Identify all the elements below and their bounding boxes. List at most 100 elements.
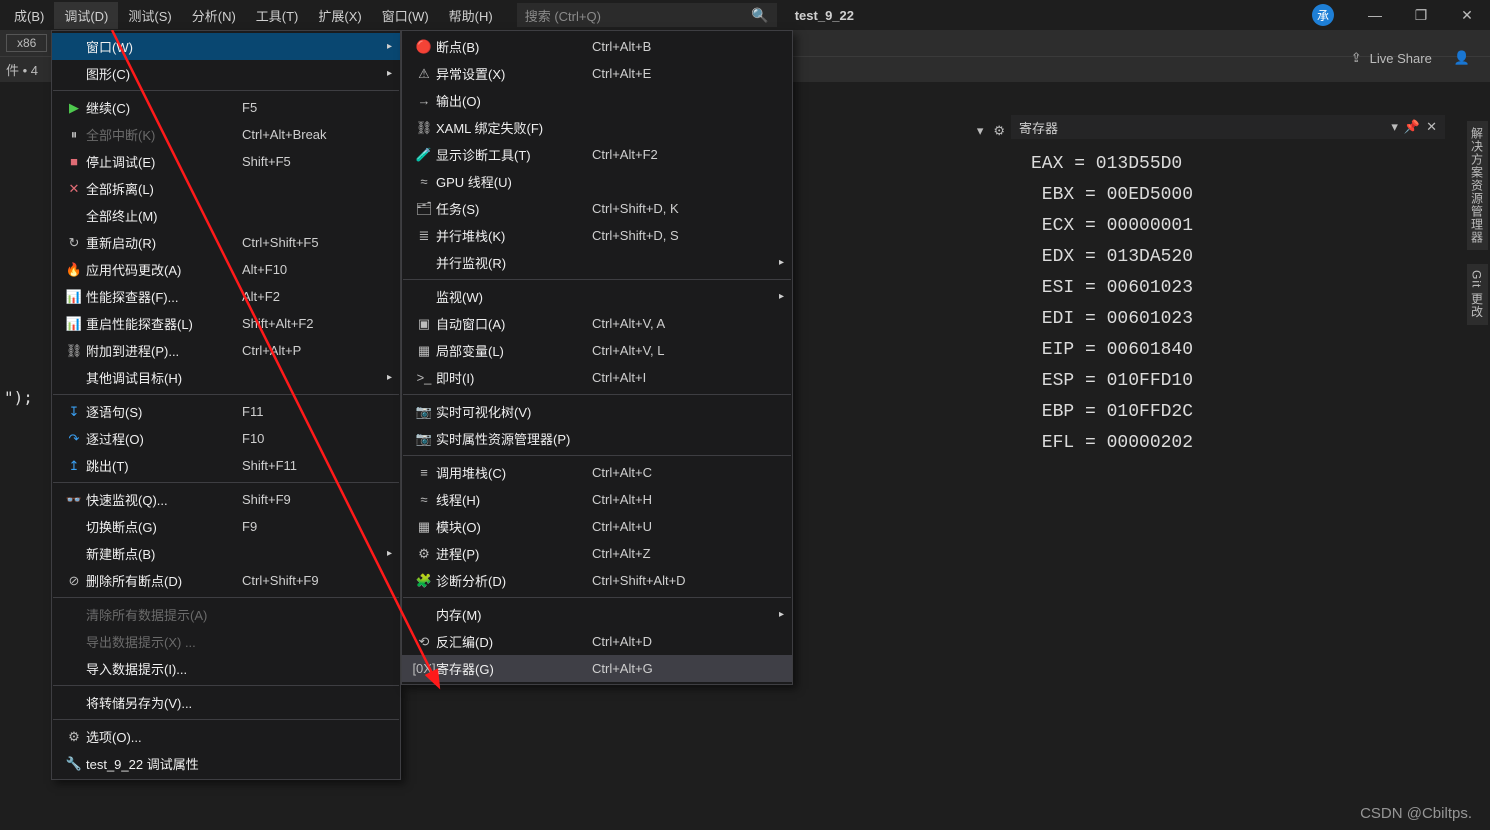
menu-item: 导出数据提示(X) ... xyxy=(52,628,400,655)
menu-item-label: 实时属性资源管理器(P) xyxy=(436,429,570,448)
search-icon[interactable]: 🔍 xyxy=(751,7,768,24)
menu-item[interactable]: ↧逐语句(S)F11 xyxy=(52,398,400,425)
separator xyxy=(403,394,791,395)
menu-item[interactable]: 窗口(W) xyxy=(52,33,400,60)
menu-item[interactable]: [0X]寄存器(G)Ctrl+Alt+G xyxy=(402,655,792,682)
menu-item[interactable]: ≣并行堆栈(K)Ctrl+Shift+D, S xyxy=(402,222,792,249)
[0X]-icon: [0X] xyxy=(412,661,436,676)
menu-item[interactable]: ⟲反汇编(D)Ctrl+Alt+D xyxy=(402,628,792,655)
menu-item-label: 显示诊断工具(T) xyxy=(436,145,556,164)
menu-item[interactable]: ↻重新启动(R)Ctrl+Shift+F5 xyxy=(52,229,400,256)
menu-item[interactable]: →输出(O) xyxy=(402,87,792,114)
menu-item[interactable]: 📊重启性能探查器(L)Shift+Alt+F2 xyxy=(52,310,400,337)
menu-item[interactable]: 📷实时属性资源管理器(P) xyxy=(402,425,792,452)
menu-item[interactable]: ≈GPU 线程(U) xyxy=(402,168,792,195)
menu-item[interactable]: 🧩诊断分析(D)Ctrl+Shift+Alt+D xyxy=(402,567,792,594)
↷-icon: ↷ xyxy=(62,431,86,447)
pin-icon[interactable]: 📌 xyxy=(1404,119,1420,135)
menu-item[interactable]: ▶继续(C)F5 xyxy=(52,94,400,121)
right-side-tabs: 解决方案资源管理器 Git 更改 xyxy=(1464,115,1490,325)
person-icon[interactable]: 👤 xyxy=(1454,50,1470,66)
menu-item[interactable]: ≈线程(H)Ctrl+Alt+H xyxy=(402,486,792,513)
menu-item[interactable]: 🔧test_9_22 调试属性 xyxy=(52,750,400,777)
menu-item[interactable]: ✕全部拆离(L) xyxy=(52,175,400,202)
menu-item[interactable]: 🔴断点(B)Ctrl+Alt+B xyxy=(402,33,792,60)
menu-item[interactable]: ▦模块(O)Ctrl+Alt+U xyxy=(402,513,792,540)
menu-工具(T)[interactable]: 工具(T) xyxy=(246,2,309,29)
menu-测试(S)[interactable]: 测试(S) xyxy=(118,2,181,29)
menu-item-label: 停止调试(E) xyxy=(86,152,206,171)
menu-item[interactable]: ⛓XAML 绑定失败(F) xyxy=(402,114,792,141)
gear-icon[interactable]: ⚙ xyxy=(993,123,1005,139)
menu-item[interactable]: 新建断点(B) xyxy=(52,540,400,567)
menu-item[interactable]: 并行监视(R) xyxy=(402,249,792,276)
menu-调试(D)[interactable]: 调试(D) xyxy=(54,2,118,29)
menu-item-label: 寄存器(G) xyxy=(436,659,556,678)
menu-item[interactable]: 🔥应用代码更改(A)Alt+F10 xyxy=(52,256,400,283)
menu-item[interactable]: ⚙选项(O)... xyxy=(52,723,400,750)
menu-item[interactable]: ⛓附加到进程(P)...Ctrl+Alt+P xyxy=(52,337,400,364)
menu-item[interactable]: 导入数据提示(I)... xyxy=(52,655,400,682)
menu-分析(N)[interactable]: 分析(N) xyxy=(182,2,246,29)
menu-item[interactable]: ⚠异常设置(X)Ctrl+Alt+E xyxy=(402,60,792,87)
menu-扩展(X)[interactable]: 扩展(X) xyxy=(308,2,371,29)
menu-item[interactable]: ▣自动窗口(A)Ctrl+Alt+V, A xyxy=(402,310,792,337)
registers-panel: 寄存器 ▾ 📌 ✕ EAX = 013D55D0 EBX = 00ED5000 … xyxy=(1010,115,1445,830)
menu-item[interactable]: ≡调用堆栈(C)Ctrl+Alt+C xyxy=(402,459,792,486)
menu-item-label: 窗口(W) xyxy=(86,37,206,56)
menu-item-shortcut: Ctrl+Alt+F2 xyxy=(592,147,658,162)
menu-item[interactable]: 📊性能探查器(F)...Alt+F2 xyxy=(52,283,400,310)
menu-item[interactable]: 图形(C) xyxy=(52,60,400,87)
close-button[interactable]: ✕ xyxy=(1444,0,1490,30)
menu-item[interactable]: ↷逐过程(O)F10 xyxy=(52,425,400,452)
menu-item-label: test_9_22 调试属性 xyxy=(86,754,206,773)
menu-item[interactable]: 🗂任务(S)Ctrl+Shift+D, K xyxy=(402,195,792,222)
menu-item-label: 逐过程(O) xyxy=(86,429,206,448)
maximize-button[interactable]: ❐ xyxy=(1398,0,1444,30)
arch-dropdown[interactable]: x86 xyxy=(6,34,47,52)
side-tab[interactable]: 解决方案资源管理器 xyxy=(1467,121,1488,250)
solution-name: test_9_22 xyxy=(795,8,854,23)
dropdown-icon[interactable]: ▾ xyxy=(1391,119,1398,135)
close-icon[interactable]: ✕ xyxy=(1426,119,1437,135)
dropdown-icon[interactable]: ▾ xyxy=(977,123,984,139)
menu-item[interactable]: 将转储另存为(V)... xyxy=(52,689,400,716)
menu-item-label: 切换断点(G) xyxy=(86,517,206,536)
menu-item: 清除所有数据提示(A) xyxy=(52,601,400,628)
menu-item[interactable]: ↥跳出(T)Shift+F11 xyxy=(52,452,400,479)
menu-item[interactable]: ▦局部变量(L)Ctrl+Alt+V, L xyxy=(402,337,792,364)
menu-item-shortcut: Ctrl+Shift+D, S xyxy=(592,228,679,243)
search-box[interactable]: 搜索 (Ctrl+Q) 🔍 xyxy=(517,3,777,27)
menu-item-label: 全部中断(K) xyxy=(86,125,206,144)
menu-item[interactable]: 内存(M) xyxy=(402,601,792,628)
menu-item-label: 局部变量(L) xyxy=(436,341,556,360)
menu-item[interactable]: 👓快速监视(Q)...Shift+F9 xyxy=(52,486,400,513)
avatar[interactable]: 承 xyxy=(1312,4,1334,26)
menu-item-shortcut: F9 xyxy=(242,519,257,534)
menu-item[interactable]: 切换断点(G) F9 xyxy=(52,513,400,540)
⚠-icon: ⚠ xyxy=(412,66,436,82)
menu-item[interactable]: ■停止调试(E)Shift+F5 xyxy=(52,148,400,175)
menu-item[interactable]: ⊘删除所有断点(D)Ctrl+Shift+F9 xyxy=(52,567,400,594)
🧩-icon: 🧩 xyxy=(412,573,436,589)
menu-item[interactable]: 全部终止(M) xyxy=(52,202,400,229)
menu-item[interactable]: 监视(W) xyxy=(402,283,792,310)
menu-帮助(H)[interactable]: 帮助(H) xyxy=(439,2,503,29)
menu-item-label: 线程(H) xyxy=(436,490,556,509)
menu-item[interactable]: 其他调试目标(H) xyxy=(52,364,400,391)
menu-item[interactable]: >_即时(I)Ctrl+Alt+I xyxy=(402,364,792,391)
separator xyxy=(403,455,791,456)
menu-item-shortcut: Ctrl+Alt+H xyxy=(592,492,652,507)
side-tab[interactable]: Git 更改 xyxy=(1467,264,1488,325)
menu-item[interactable]: ⚙进程(P)Ctrl+Alt+Z xyxy=(402,540,792,567)
🔥-icon: 🔥 xyxy=(62,262,86,278)
menu-成(B)[interactable]: 成(B) xyxy=(4,2,54,29)
menu-窗口(W)[interactable]: 窗口(W) xyxy=(372,2,439,29)
menu-item-label: 重新启动(R) xyxy=(86,233,206,252)
live-share[interactable]: ⇪ Live Share 👤 xyxy=(1351,50,1470,66)
≡-icon: ≡ xyxy=(412,465,436,480)
menu-item[interactable]: 📷实时可视化树(V) xyxy=(402,398,792,425)
menu-item[interactable]: 🧪显示诊断工具(T)Ctrl+Alt+F2 xyxy=(402,141,792,168)
registers-header[interactable]: 寄存器 ▾ 📌 ✕ xyxy=(1011,115,1445,139)
minimize-button[interactable]: — xyxy=(1352,0,1398,30)
